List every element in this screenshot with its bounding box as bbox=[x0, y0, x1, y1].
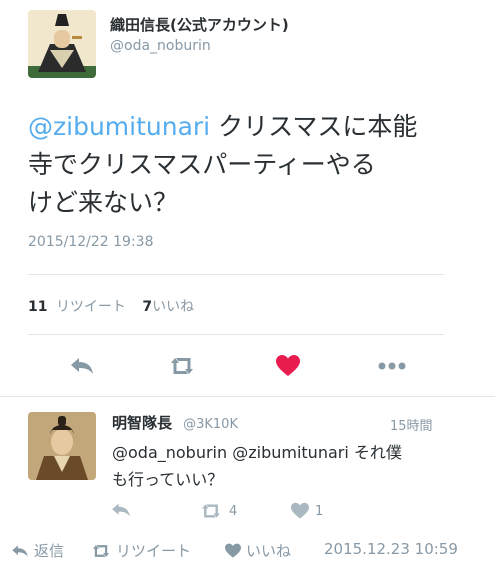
reply-icon bbox=[71, 358, 93, 374]
reply-header: 明智隊長 @3K10K bbox=[112, 412, 238, 433]
footer-retweet-button[interactable]: リツイート bbox=[90, 540, 191, 561]
tweet-line-1: @zibumitunari クリスマスに本能 bbox=[28, 108, 468, 146]
more-button[interactable] bbox=[374, 352, 410, 380]
heart-icon bbox=[291, 502, 309, 519]
like-count[interactable]: 7 bbox=[142, 299, 152, 315]
tweet-line-2: 寺でクリスマスパーティーやる bbox=[28, 150, 376, 179]
tweet-text: @zibumitunari クリスマスに本能 寺でクリスマスパーティーやる けど… bbox=[28, 108, 468, 222]
reply-button[interactable] bbox=[64, 352, 100, 380]
reply-line-1: @oda_noburin @zibumitunari それ僕 bbox=[112, 443, 402, 462]
portrait-image bbox=[28, 10, 96, 78]
reply-like-count: 1 bbox=[315, 503, 324, 519]
reply-retweet-count: 4 bbox=[229, 503, 238, 519]
engagement-stats: 11 リツイート 7いいね bbox=[28, 296, 194, 316]
avatar-oda[interactable] bbox=[28, 10, 96, 78]
retweet-icon bbox=[93, 544, 109, 557]
reply-icon bbox=[112, 503, 130, 517]
divider bbox=[0, 396, 495, 397]
retweet-icon bbox=[171, 358, 193, 374]
footer-reply-button[interactable]: 返信 bbox=[10, 540, 64, 561]
reply-time[interactable]: 15時間 bbox=[390, 415, 433, 434]
portrait-image bbox=[28, 412, 96, 480]
heart-icon bbox=[225, 543, 241, 558]
like-count-label[interactable]: いいね bbox=[152, 299, 194, 315]
footer-reply-label: 返信 bbox=[34, 542, 65, 560]
divider bbox=[28, 274, 444, 275]
retweet-count[interactable]: 11 bbox=[28, 299, 47, 315]
reply-icon bbox=[12, 544, 28, 557]
tweet-line-1-text: クリスマスに本能 bbox=[210, 112, 418, 141]
reply-author-name[interactable]: 明智隊長 bbox=[112, 414, 172, 432]
reply-reply-button[interactable] bbox=[110, 502, 134, 520]
author-handle[interactable]: @oda_noburin bbox=[110, 38, 211, 54]
reply-retweet-button[interactable]: 4 bbox=[198, 502, 237, 520]
reply-like-button[interactable]: 1 bbox=[290, 502, 323, 520]
retweet-icon bbox=[202, 504, 220, 518]
footer-timestamp: 2015.12.23 10:59 bbox=[324, 540, 458, 558]
reply-line-2: も行っていい？ bbox=[112, 470, 224, 489]
divider bbox=[28, 334, 444, 335]
like-button[interactable] bbox=[270, 352, 306, 380]
retweet-count-label[interactable]: リツイート bbox=[56, 299, 126, 315]
retweet-button[interactable] bbox=[164, 352, 200, 380]
footer-retweet-label: リツイート bbox=[116, 542, 192, 560]
reply-text: @oda_noburin @zibumitunari それ僕 も行っていい？ bbox=[112, 439, 442, 493]
footer-like-button[interactable]: いいね bbox=[224, 540, 291, 561]
author-name[interactable]: 織田信長(公式アカウント) bbox=[110, 14, 289, 35]
tweet-timestamp[interactable]: 2015/12/22 19:38 bbox=[28, 234, 154, 250]
heart-icon bbox=[276, 355, 300, 376]
tweet-line-3: けど来ない？ bbox=[28, 188, 179, 217]
avatar-akechi[interactable] bbox=[28, 412, 96, 480]
more-icon bbox=[378, 362, 406, 370]
mention-link[interactable]: @zibumitunari bbox=[28, 112, 210, 141]
reply-author-handle[interactable]: @3K10K bbox=[183, 417, 238, 432]
footer-like-label: いいね bbox=[246, 542, 292, 560]
